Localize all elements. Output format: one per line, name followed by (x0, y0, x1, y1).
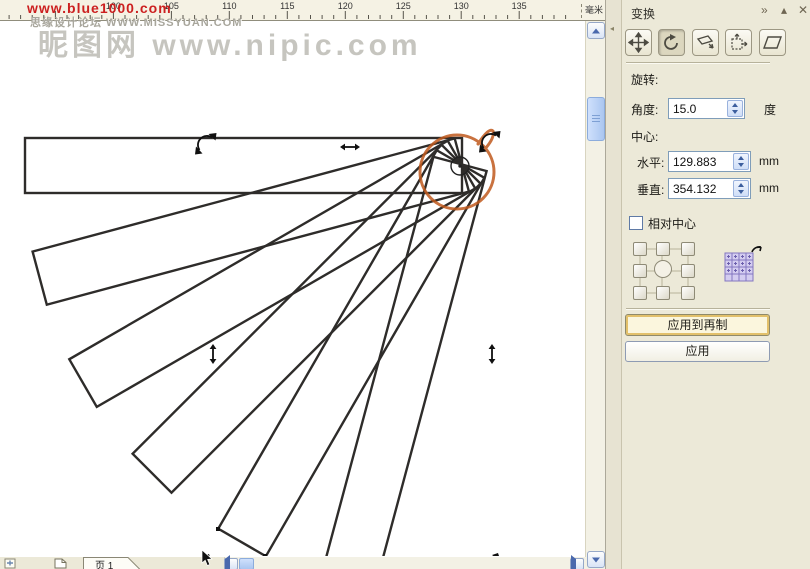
scroll-right-button[interactable] (570, 558, 584, 569)
page-tab-label: 页 1 (95, 557, 113, 569)
scroll-up-button[interactable] (587, 22, 605, 39)
drawing-canvas[interactable] (0, 21, 585, 556)
anchor-middle-right[interactable] (681, 264, 695, 278)
anchor-top-center[interactable] (656, 242, 670, 256)
rotate-cursor-icon (752, 247, 761, 252)
arrow-left-icon (225, 555, 230, 569)
vertical-scroll-thumb[interactable] (587, 97, 605, 141)
spinner-up-icon[interactable] (738, 156, 744, 160)
spinner-down-icon[interactable] (732, 110, 738, 114)
page-icon[interactable] (54, 558, 68, 569)
scroll-down-button[interactable] (587, 551, 605, 568)
arrow-down-icon (592, 557, 600, 562)
horizontal-field[interactable]: 129.883 (668, 151, 751, 172)
spinner-up-icon[interactable] (738, 183, 744, 187)
corner-node[interactable] (216, 527, 220, 531)
horizontal-scroll-track[interactable] (224, 557, 586, 569)
vertical-value[interactable]: 354.132 (673, 182, 716, 196)
relative-center-label: 相对中心 (648, 215, 696, 232)
rotate-handle[interactable] (195, 133, 217, 155)
anchor-top-left[interactable] (633, 242, 647, 256)
angle-value[interactable]: 15.0 (673, 102, 696, 116)
anchor-bottom-right[interactable] (681, 286, 695, 300)
fan-blade[interactable] (69, 141, 475, 407)
separator (626, 308, 770, 309)
rotate-tool-button[interactable] (658, 29, 685, 56)
angle-field[interactable]: 15.0 (668, 98, 745, 119)
svg-text:115: 115 (280, 1, 294, 11)
anchor-bottom-center[interactable] (656, 286, 670, 300)
svg-text:110: 110 (222, 1, 236, 11)
coreldraw-workspace: 100105110115120125130135 毫米 www.blue1000… (0, 0, 810, 569)
relative-center-checkbox[interactable] (629, 216, 643, 230)
svg-text:130: 130 (454, 1, 469, 11)
vertical-unit: mm (759, 181, 779, 195)
horizontal-label: 水平: (637, 154, 664, 171)
fan-blade[interactable] (25, 138, 462, 193)
apply-button[interactable]: 应用 (625, 341, 770, 362)
svg-text:125: 125 (396, 1, 411, 11)
svg-text:135: 135 (512, 1, 527, 11)
ruler-unit-label: 毫米 (581, 4, 603, 18)
docker-chevrons-icon[interactable]: » (761, 3, 768, 17)
add-page-icon[interactable] (4, 558, 18, 569)
vertical-label: 垂直: (637, 181, 664, 198)
fan-blade[interactable] (33, 138, 469, 304)
fan-drawing[interactable] (0, 21, 585, 556)
docker-collapse-arrow-icon: ◂ (610, 24, 614, 33)
separator (626, 62, 770, 63)
angle-spinner[interactable] (727, 100, 743, 117)
anchor-top-right[interactable] (681, 242, 695, 256)
fan-blade[interactable] (218, 150, 484, 556)
move-tool-button[interactable] (625, 29, 652, 56)
arrow-right-icon (571, 555, 576, 569)
horizontal-spinner[interactable] (733, 153, 749, 170)
harrow-handle[interactable] (340, 144, 360, 151)
scroll-left-button[interactable] (224, 558, 238, 569)
spinner-up-icon[interactable] (732, 103, 738, 107)
watermark-nipic: 昵图网 www.nipic.com (38, 20, 422, 64)
arrow-up-icon (592, 28, 600, 33)
anchor-bottom-left[interactable] (633, 286, 647, 300)
transform-docker: ◂ 变换 » ▴ ✕ (605, 0, 810, 569)
anchor-point-grid (629, 238, 705, 304)
varrow-handle[interactable] (210, 344, 217, 364)
svg-text:120: 120 (338, 1, 353, 11)
horizontal-scroll-thumb[interactable] (239, 558, 254, 569)
angle-label: 角度: (631, 101, 658, 118)
rotate-icon (661, 32, 682, 53)
vertical-scrollbar[interactable] (585, 21, 606, 569)
page-bar: 页 1 (0, 556, 585, 569)
page-tab[interactable]: 页 1 (83, 557, 143, 569)
anchor-center-radio[interactable] (654, 260, 672, 278)
varrow-handle[interactable] (489, 344, 496, 364)
scale-mirror-tool-button[interactable] (692, 29, 719, 56)
vertical-field[interactable]: 354.132 (668, 178, 751, 199)
transform-tools (625, 29, 788, 56)
apply-duplicate-grid-icon (721, 243, 767, 285)
horizontal-value[interactable]: 129.883 (673, 155, 716, 169)
skew-tool-button[interactable] (759, 29, 786, 56)
docker-title: 变换 (631, 5, 655, 22)
center-section-label: 中心: (631, 128, 658, 145)
skew-icon (762, 32, 783, 53)
spinner-down-icon[interactable] (738, 163, 744, 167)
docker-gutter[interactable]: ◂ (606, 0, 622, 569)
spinner-down-icon[interactable] (738, 190, 744, 194)
docker-close-icon[interactable]: ✕ (798, 3, 808, 17)
move-icon (628, 32, 649, 53)
docker-rollup-icon[interactable]: ▴ (781, 3, 787, 17)
mouse-cursor-icon (201, 550, 213, 569)
vertical-spinner[interactable] (733, 180, 749, 197)
rotation-section-label: 旋转: (631, 71, 658, 88)
apply-to-duplicate-button[interactable]: 应用到再制 (625, 314, 770, 336)
scale-mirror-icon (695, 32, 716, 53)
horizontal-unit: mm (759, 154, 779, 168)
anchor-middle-left[interactable] (633, 264, 647, 278)
size-icon (728, 32, 749, 53)
angle-unit: 度 (764, 101, 776, 118)
size-tool-button[interactable] (725, 29, 752, 56)
